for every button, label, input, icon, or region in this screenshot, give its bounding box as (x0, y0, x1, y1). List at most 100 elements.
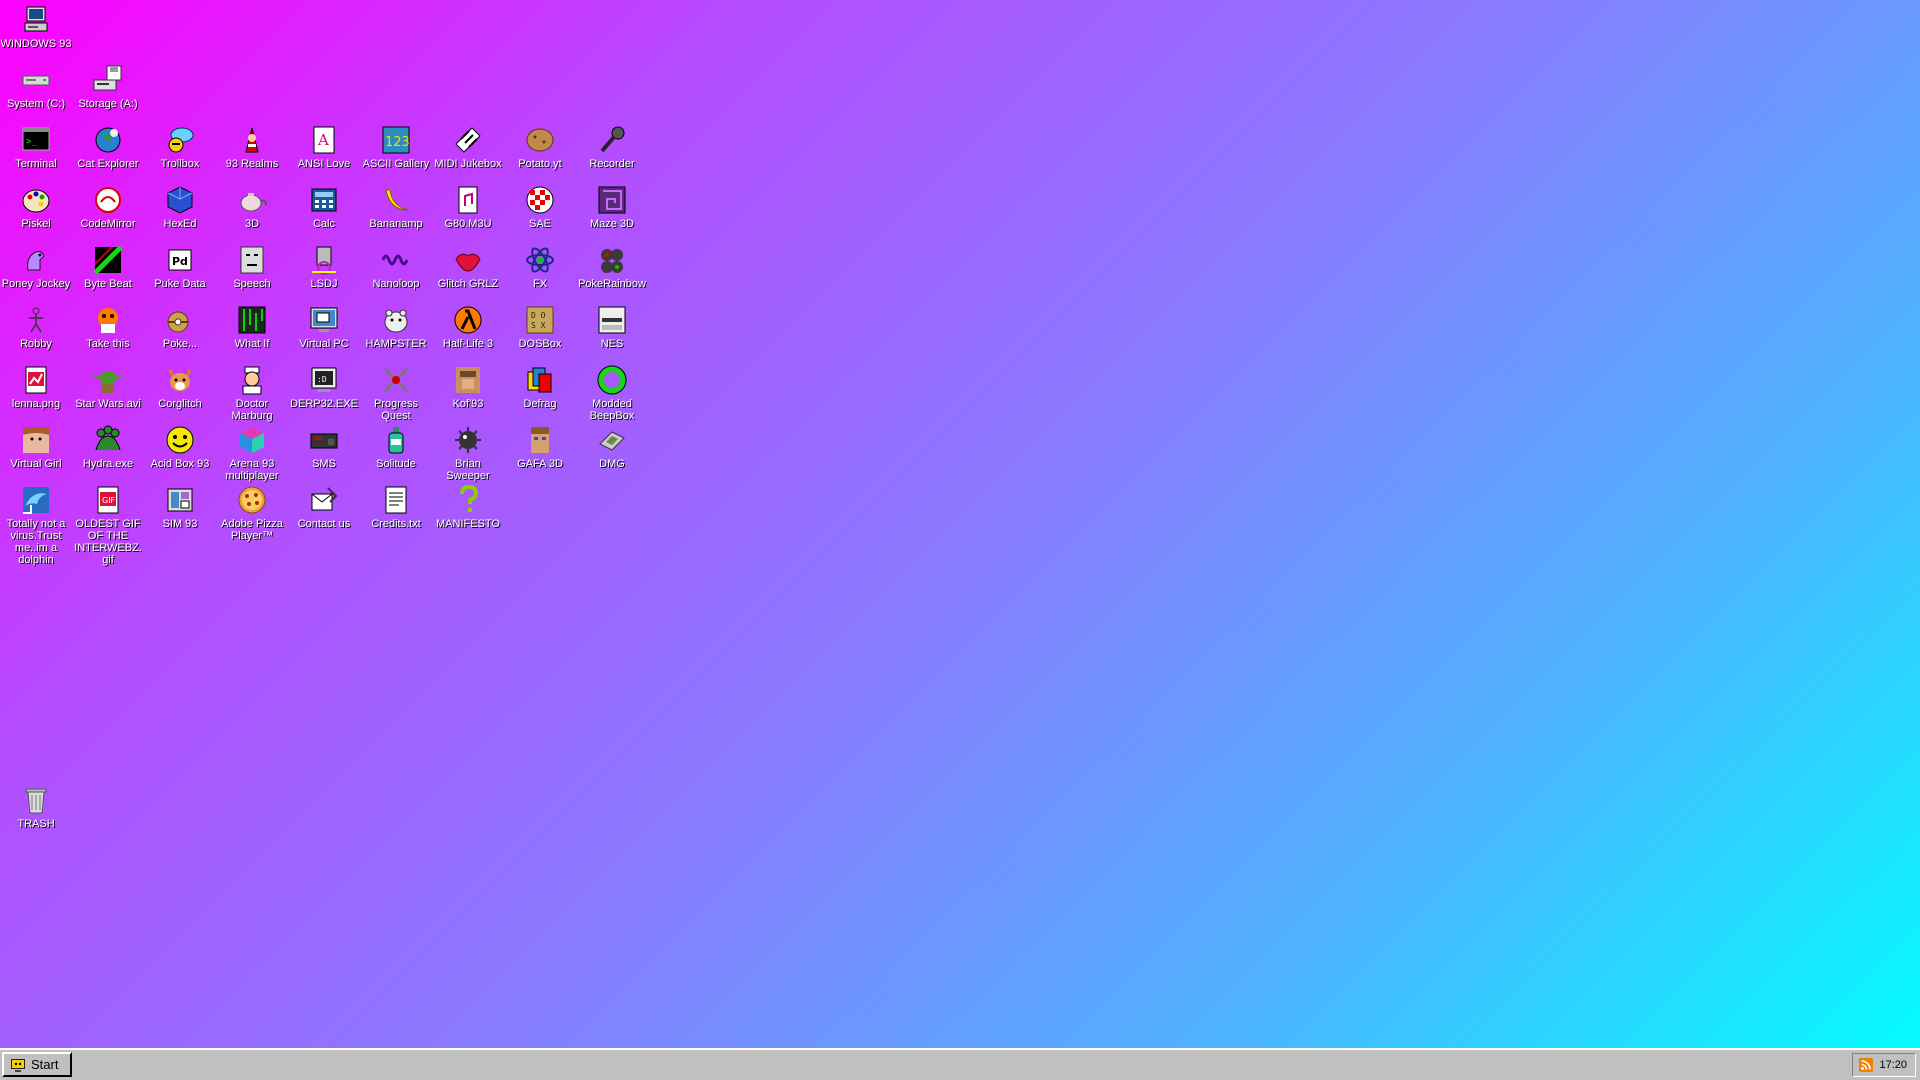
desktop-icon-what-if[interactable]: What If (216, 300, 288, 350)
wolf-guy-icon (524, 424, 556, 456)
desktop-icon-take-this[interactable]: Take this (72, 300, 144, 350)
desktop-icon-windows93[interactable]: WINDOWS 93 (0, 0, 72, 50)
desktop-icon-sim93[interactable]: SIM 93 (144, 480, 216, 530)
system-tray: 17:20 (1852, 1053, 1916, 1077)
desktop-icon-sae[interactable]: SAE (504, 180, 576, 230)
sim-icon (164, 484, 196, 516)
desktop-icon-g80m3u[interactable]: G80.M3U (432, 180, 504, 230)
desktop-icon-midi-jukebox[interactable]: MIDI Jukebox (432, 120, 504, 170)
girl-icon (20, 424, 52, 456)
desktop-icon-puke-data[interactable]: Pd Puke Data (144, 240, 216, 290)
desktop-icon-calc[interactable]: Calc (288, 180, 360, 230)
desktop-icon-label: Cat Explorer (77, 158, 139, 170)
corgi-icon (164, 364, 196, 396)
desktop-icon-label: SIM 93 (162, 518, 198, 530)
desktop-icon-oldest-gif[interactable]: GIF OLDEST GIF OF THE INTERWEBZ.gif (72, 480, 144, 566)
desktop-icon-corglitch[interactable]: Corglitch (144, 360, 216, 410)
desktop-icon-virtual-pc[interactable]: Virtual PC (288, 300, 360, 350)
desktop-icon-label: Glitch GRLZ (437, 278, 499, 290)
rss-icon[interactable] (1859, 1058, 1874, 1072)
desktop-icon-lsdj[interactable]: LSDJ (288, 240, 360, 290)
desktop-icon-potato-yt[interactable]: Potato.yt (504, 120, 576, 170)
desktop-icon-dosbox[interactable]: D OS X DOSBox (504, 300, 576, 350)
contact-icon (308, 484, 340, 516)
desktop-icon-gafa-3d[interactable]: GAFA 3D (504, 420, 576, 470)
desktop-icon-lenna[interactable]: lenna.png (0, 360, 72, 410)
desktop-icon-maze-3d[interactable]: Maze 3D (576, 180, 648, 230)
banana-icon (380, 184, 412, 216)
desktop-icon-ansi-love[interactable]: A ANSI Love (288, 120, 360, 170)
desktop-icon-half-life-3[interactable]: Half-Life 3 (432, 300, 504, 350)
desktop-icon-manifesto[interactable]: MANIFESTO (432, 480, 504, 530)
desktop-icon-cat-explorer[interactable]: Cat Explorer (72, 120, 144, 170)
desktop-icon-fx[interactable]: FX (504, 240, 576, 290)
desktop-icon-derp[interactable]: :D DERP32.EXE (288, 360, 360, 410)
desktop-icon-label: Contact us (297, 518, 351, 530)
desktop-icon-label: NES (600, 338, 624, 350)
virtual-pc-icon (308, 304, 340, 336)
desktop-icon-modded-beepbox[interactable]: Modded BeepBox (576, 360, 648, 422)
desktop-icon-acid-box[interactable]: Acid Box 93 (144, 420, 216, 470)
mage-icon (236, 124, 268, 156)
desktop-icon-storage-a[interactable]: Storage (A:) (72, 60, 144, 110)
hydra-icon (92, 424, 124, 456)
gif-file-icon: GIF (92, 484, 124, 516)
desktop-icon-hexed[interactable]: HexEd (144, 180, 216, 230)
desktop-icon-piskel[interactable]: Piskel (0, 180, 72, 230)
desktop-icon-terminal[interactable]: >_ Terminal (0, 120, 72, 170)
desktop-icon-ascii-gallery[interactable]: 123 ASCII Gallery (360, 120, 432, 170)
desktop-icon-label: Bananamp (369, 218, 423, 230)
desktop-icon-trollbox[interactable]: Trollbox (144, 120, 216, 170)
desktop-icon-defrag[interactable]: Defrag (504, 360, 576, 410)
desktop-icon-label: Brian Sweeper (446, 458, 490, 482)
desktop-icon-brian-sweeper[interactable]: Brian Sweeper (432, 420, 504, 482)
desktop-icon-dmg[interactable]: DMG (576, 420, 648, 470)
desktop-icon-recorder[interactable]: Recorder (576, 120, 648, 170)
music-file-icon (452, 184, 484, 216)
desktop-icon-bananamp[interactable]: Bananamp (360, 180, 432, 230)
desktop-icon-label: 3D (244, 218, 260, 230)
desktop-icon-trash[interactable]: TRASH (0, 780, 72, 830)
desktop-icon-credits[interactable]: Credits.txt (360, 480, 432, 530)
desktop-icon-solitude[interactable]: Solitude (360, 420, 432, 470)
desktop-icon-label: Potato.yt (518, 158, 562, 170)
desktop-icon-arena-93[interactable]: Arena 93 multiplayer (216, 420, 288, 482)
desktop-icon-contact-us[interactable]: Contact us (288, 480, 360, 530)
desktop-icon-label: HAMPSTER (365, 338, 427, 350)
desktop-icon-doctor-marburg[interactable]: Doctor Marburg (216, 360, 288, 422)
desktop-icon-hydra[interactable]: Hydra.exe (72, 420, 144, 470)
desktop[interactable]: WINDOWS 93 System (C:) Storage (A:) >_ Termi… (0, 0, 1920, 1048)
desktop-icon-byte-beat[interactable]: Byte Beat (72, 240, 144, 290)
desktop-icon-label: TRASH (17, 818, 55, 830)
windows93-logo-icon (11, 1058, 25, 1072)
desktop-icon-progress-quest[interactable]: Progress Quest (360, 360, 432, 422)
desktop-icon-label: Storage (A:) (78, 98, 138, 110)
desktop-icon-label: Nanoloop (372, 278, 420, 290)
desktop-icon-glitch-grlz[interactable]: Glitch GRLZ (432, 240, 504, 290)
desktop-icon-poney-jockey[interactable]: Poney Jockey (0, 240, 72, 290)
desktop-icon-3d[interactable]: 3D (216, 180, 288, 230)
desktop-icon-system-c[interactable]: System (C:) (0, 60, 72, 110)
desktop-icon-kof93[interactable]: Kof'93 (432, 360, 504, 410)
desktop-icon-nanoloop[interactable]: Nanoloop (360, 240, 432, 290)
pokeball-icon (164, 304, 196, 336)
clock: 17:20 (1879, 1059, 1907, 1071)
desktop-icon-virtual-girl[interactable]: Virtual Girl (0, 420, 72, 470)
desktop-icon-dolphin[interactable]: Totally not a virus.Trust me..im a dolph… (0, 480, 72, 566)
trash-icon (20, 784, 52, 816)
desktop-icon-speech[interactable]: Speech (216, 240, 288, 290)
desktop-icon-label: MIDI Jukebox (434, 158, 502, 170)
swords-icon (380, 364, 412, 396)
desktop-icon-adobe-pizza[interactable]: Adobe Pizza Player™ (216, 480, 288, 542)
desktop-icon-robby[interactable]: Robby (0, 300, 72, 350)
desktop-icon-pokemon[interactable]: Poke... (144, 300, 216, 350)
desktop-icon-nes[interactable]: NES (576, 300, 648, 350)
desktop-icon-star-wars[interactable]: Star Wars.avi (72, 360, 144, 410)
desktop-icon-hampster[interactable]: HAMPSTER (360, 300, 432, 350)
svg-text:A: A (317, 131, 329, 149)
desktop-icon-sms[interactable]: SMS (288, 420, 360, 470)
desktop-icon-93-realms[interactable]: 93 Realms (216, 120, 288, 170)
desktop-icon-pokerainbow[interactable]: PokeRainbow (576, 240, 648, 290)
start-button[interactable]: Start (2, 1052, 72, 1077)
desktop-icon-codemirror[interactable]: CodeMirror (72, 180, 144, 230)
